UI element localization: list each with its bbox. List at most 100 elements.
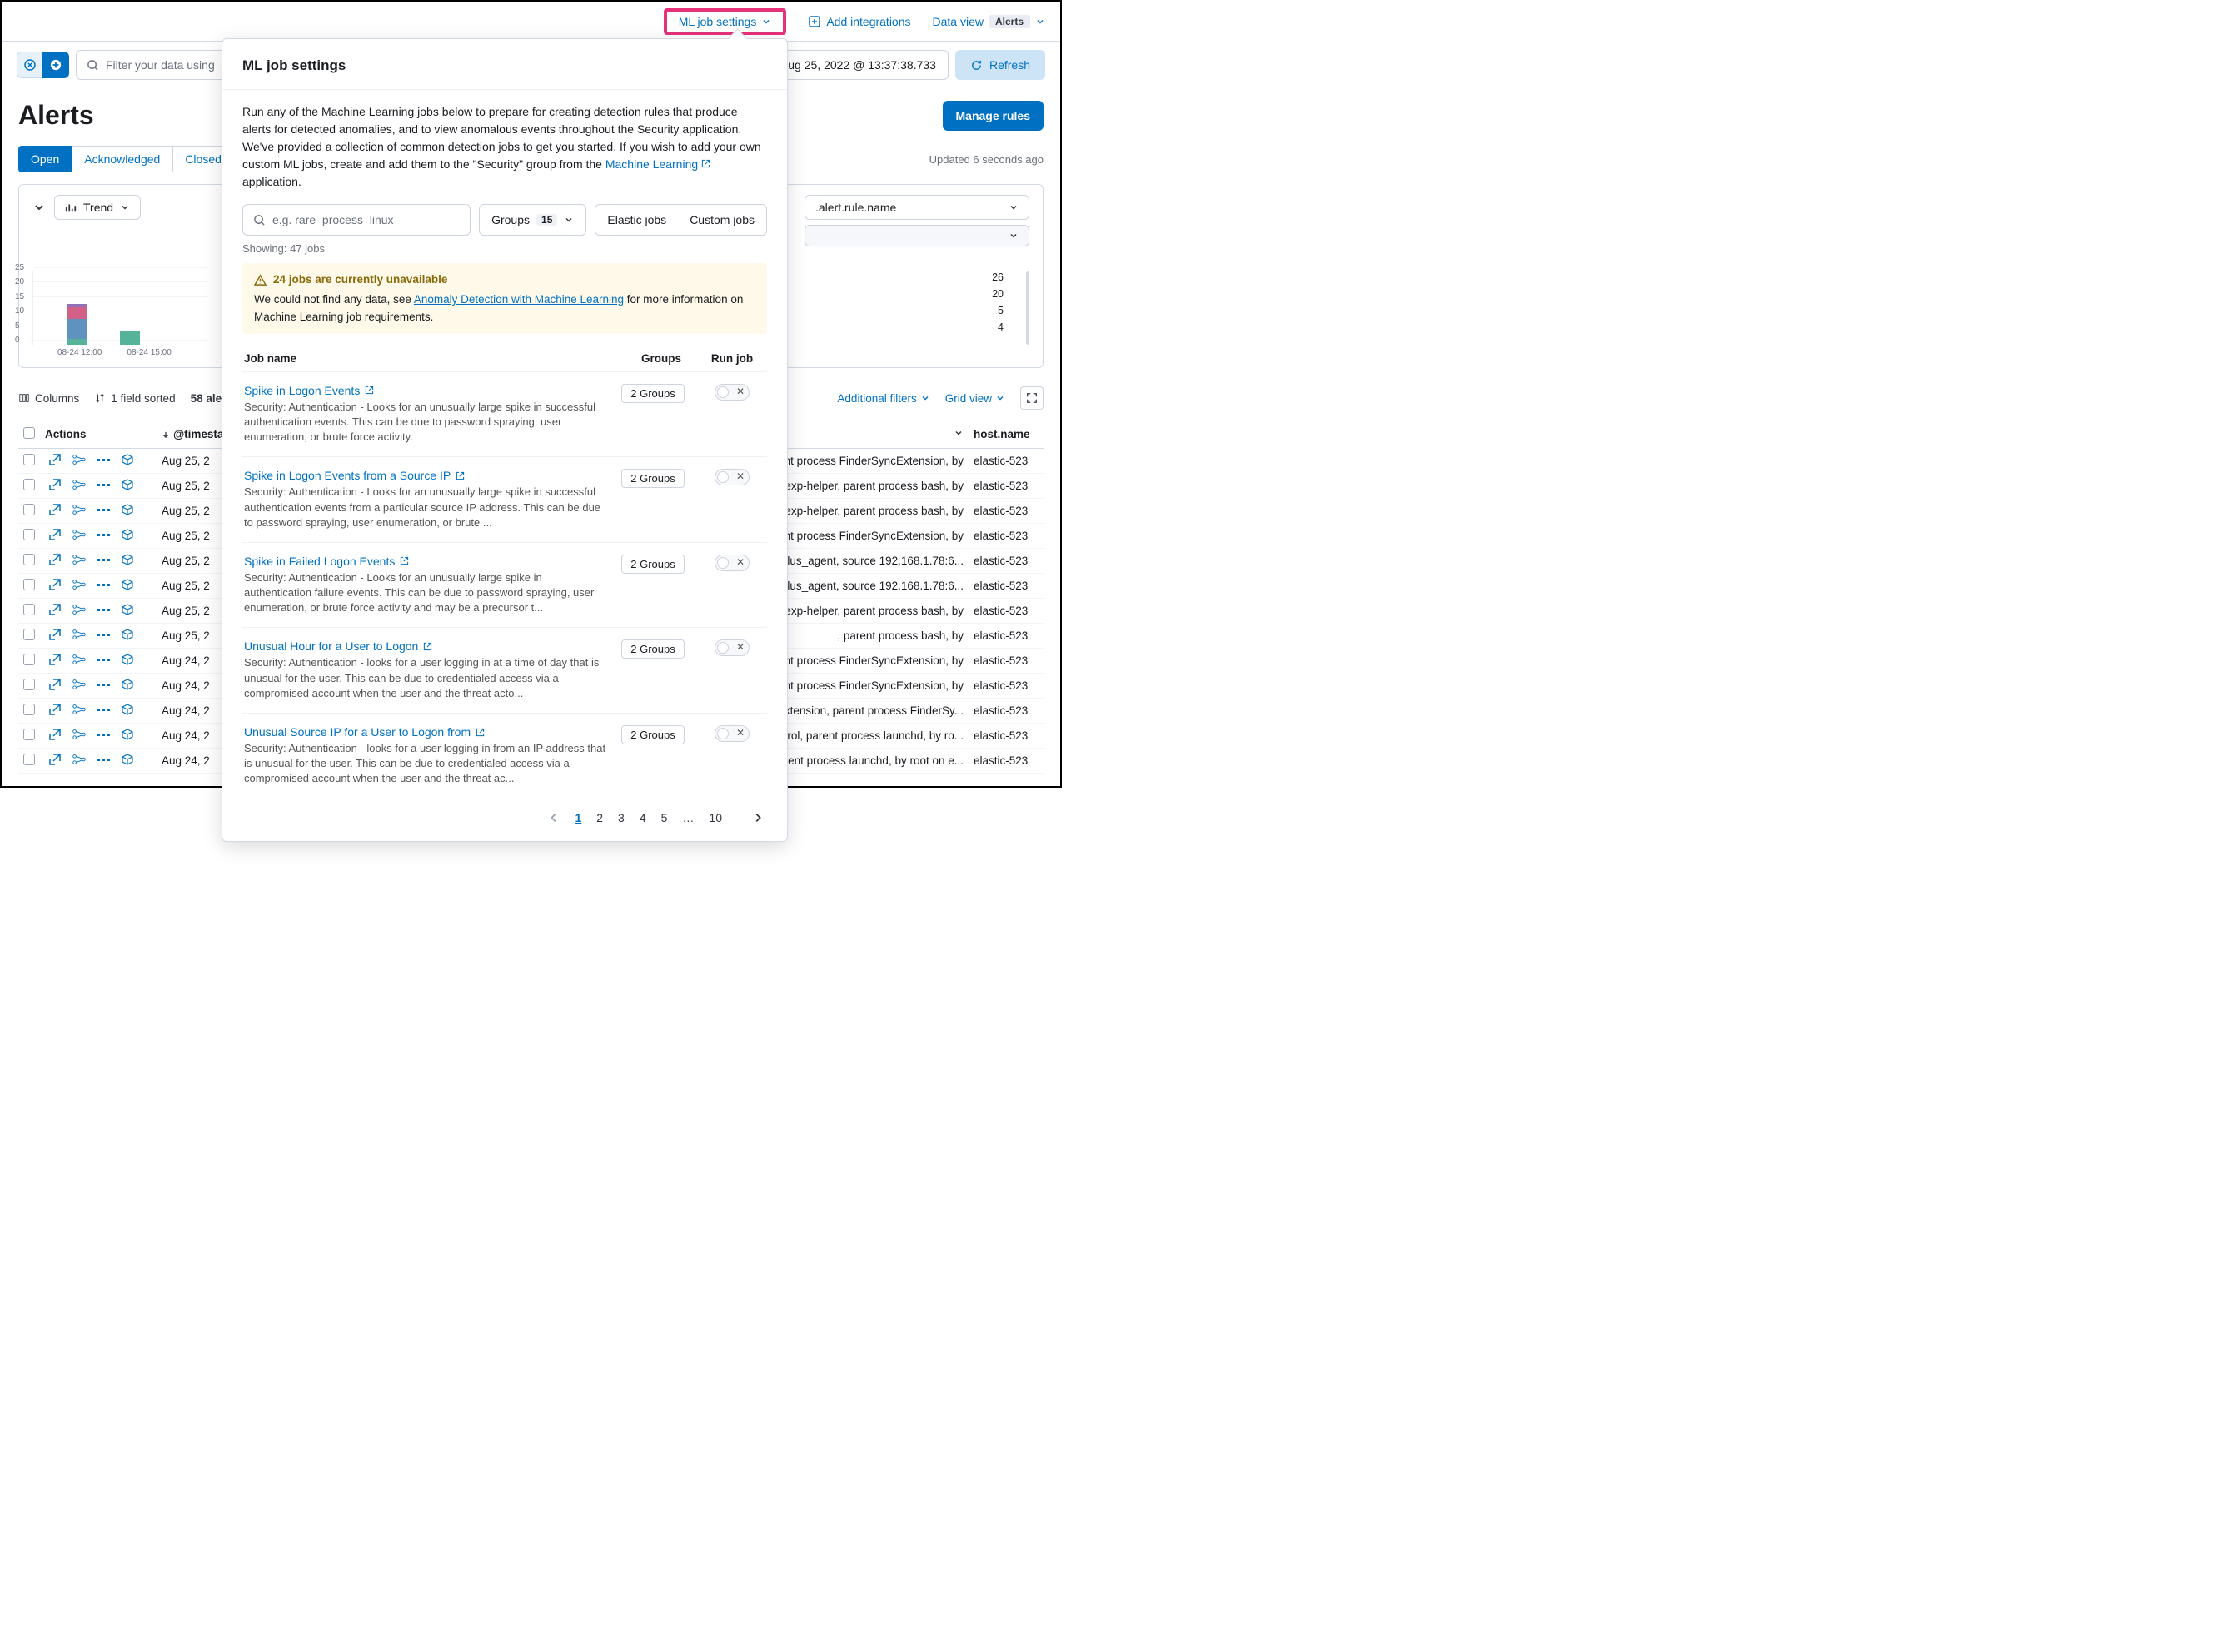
sort-button[interactable]: 1 field sorted <box>94 392 175 405</box>
status-tab-open[interactable]: Open <box>18 146 72 172</box>
cube-icon[interactable] <box>121 503 134 516</box>
more-icon[interactable] <box>97 753 112 766</box>
legend-scrollbar[interactable] <box>1026 271 1029 345</box>
job-title-link[interactable]: Spike in Logon Events <box>244 384 607 397</box>
analyze-icon[interactable] <box>72 603 87 616</box>
run-job-toggle[interactable] <box>715 384 750 401</box>
cube-icon[interactable] <box>121 628 134 641</box>
row-checkbox[interactable] <box>23 554 35 565</box>
more-icon[interactable] <box>97 603 112 616</box>
more-icon[interactable] <box>97 553 112 566</box>
cube-icon[interactable] <box>121 478 134 491</box>
cube-icon[interactable] <box>121 753 134 766</box>
job-title-link[interactable]: Unusual Hour for a User to Logon <box>244 639 607 653</box>
analyze-icon[interactable] <box>72 703 87 716</box>
job-groups-pill[interactable]: 2 Groups <box>621 725 684 744</box>
page-number[interactable]: 2 <box>596 811 603 824</box>
more-icon[interactable] <box>97 653 112 666</box>
run-job-toggle[interactable] <box>715 555 750 571</box>
run-job-toggle[interactable] <box>715 639 750 656</box>
cube-icon[interactable] <box>121 728 134 741</box>
group-by-field-select[interactable]: .alert.rule.name <box>805 195 1029 220</box>
job-groups-pill[interactable]: 2 Groups <box>621 639 684 659</box>
tab-elastic-jobs[interactable]: Elastic jobs <box>595 205 678 235</box>
page-prev[interactable] <box>548 812 560 824</box>
fullscreen-button[interactable] <box>1020 386 1044 410</box>
analyze-icon[interactable] <box>72 753 87 766</box>
job-title-link[interactable]: Spike in Failed Logon Events <box>244 555 607 568</box>
job-title-link[interactable]: Spike in Logon Events from a Source IP <box>244 469 607 482</box>
cube-icon[interactable] <box>121 678 134 691</box>
select-all-checkbox[interactable] <box>23 427 35 439</box>
more-icon[interactable] <box>97 478 112 491</box>
add-integrations-button[interactable]: Add integrations <box>808 15 910 28</box>
collapse-chart-icon[interactable] <box>32 201 46 214</box>
run-job-toggle[interactable] <box>715 725 750 742</box>
page-number[interactable]: 4 <box>640 811 646 824</box>
ml-job-settings-trigger[interactable]: ML job settings <box>664 8 787 35</box>
job-title-link[interactable]: Unusual Source IP for a User to Logon fr… <box>244 725 607 739</box>
more-icon[interactable] <box>97 453 112 466</box>
more-icon[interactable] <box>97 578 112 591</box>
page-number[interactable]: 5 <box>661 811 668 824</box>
cube-icon[interactable] <box>121 703 134 716</box>
analyze-icon[interactable] <box>72 553 87 566</box>
more-icon[interactable] <box>97 628 112 641</box>
row-checkbox[interactable] <box>23 654 35 665</box>
more-icon[interactable] <box>97 678 112 691</box>
row-checkbox[interactable] <box>23 754 35 765</box>
groups-filter-button[interactable]: Groups 15 <box>479 204 586 236</box>
data-view-button[interactable]: Data view Alerts <box>933 15 1045 28</box>
expand-icon[interactable] <box>48 653 62 666</box>
analyze-icon[interactable] <box>72 628 87 641</box>
analyze-icon[interactable] <box>72 478 87 491</box>
more-icon[interactable] <box>97 703 112 716</box>
manage-rules-button[interactable]: Manage rules <box>943 101 1044 131</box>
expand-icon[interactable] <box>48 453 62 466</box>
secondary-group-select[interactable] <box>805 225 1029 246</box>
cube-icon[interactable] <box>121 453 134 466</box>
tab-custom-jobs[interactable]: Custom jobs <box>678 205 766 235</box>
page-next[interactable] <box>752 812 764 824</box>
refresh-button[interactable]: Refresh <box>955 50 1045 80</box>
row-checkbox[interactable] <box>23 679 35 690</box>
page-number[interactable]: 3 <box>618 811 625 824</box>
cube-icon[interactable] <box>121 553 134 566</box>
cube-icon[interactable] <box>121 528 134 541</box>
job-groups-pill[interactable]: 2 Groups <box>621 469 684 488</box>
analyze-icon[interactable] <box>72 528 87 541</box>
analyze-icon[interactable] <box>72 503 87 516</box>
expand-icon[interactable] <box>48 478 62 491</box>
expand-icon[interactable] <box>48 603 62 616</box>
job-groups-pill[interactable]: 2 Groups <box>621 555 684 574</box>
cube-icon[interactable] <box>121 603 134 616</box>
expand-icon[interactable] <box>48 553 62 566</box>
expand-icon[interactable] <box>48 728 62 741</box>
run-job-toggle[interactable] <box>715 469 750 485</box>
expand-icon[interactable] <box>48 503 62 516</box>
row-checkbox[interactable] <box>23 604 35 615</box>
cube-icon[interactable] <box>121 653 134 666</box>
filter-toggle-button[interactable] <box>17 52 43 78</box>
job-groups-pill[interactable]: 2 Groups <box>621 384 684 403</box>
more-icon[interactable] <box>97 728 112 741</box>
columns-button[interactable]: Columns <box>18 392 79 405</box>
expand-icon[interactable] <box>48 528 62 541</box>
row-checkbox[interactable] <box>23 579 35 590</box>
row-checkbox[interactable] <box>23 479 35 490</box>
row-checkbox[interactable] <box>23 504 35 515</box>
expand-icon[interactable] <box>48 703 62 716</box>
row-checkbox[interactable] <box>23 629 35 640</box>
anomaly-detection-link[interactable]: Anomaly Detection with Machine Learning <box>414 293 624 306</box>
trend-select[interactable]: Trend <box>54 195 141 220</box>
row-checkbox[interactable] <box>23 454 35 465</box>
date-picker[interactable]: Aug 25, 2022 @ 13:37:38.733 <box>768 50 949 80</box>
analyze-icon[interactable] <box>72 678 87 691</box>
status-tab-ack[interactable]: Acknowledged <box>72 146 172 172</box>
analyze-icon[interactable] <box>72 653 87 666</box>
expand-icon[interactable] <box>48 578 62 591</box>
row-checkbox[interactable] <box>23 704 35 715</box>
row-checkbox[interactable] <box>23 529 35 540</box>
machine-learning-link[interactable]: Machine Learning <box>605 157 710 171</box>
analyze-icon[interactable] <box>72 728 87 741</box>
